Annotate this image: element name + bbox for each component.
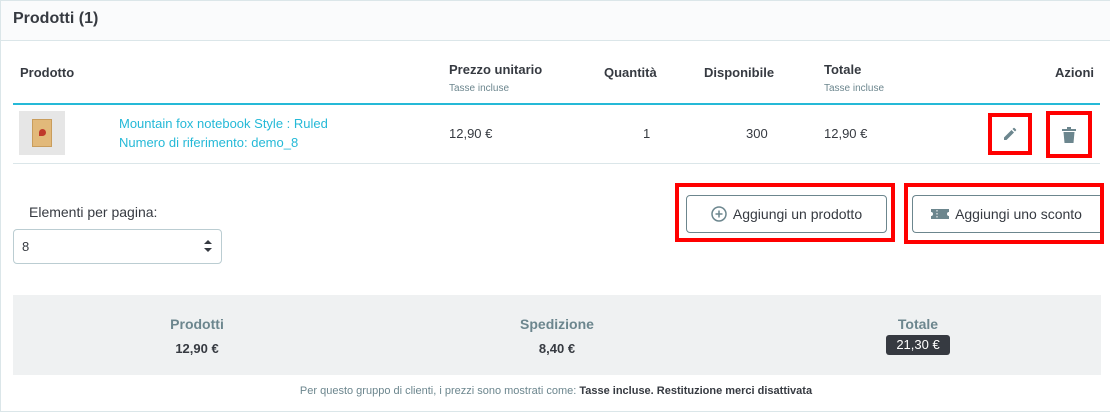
add-product-label: Aggiungi un prodotto [732,206,863,222]
add-discount-label: Aggiungi uno sconto [955,206,1082,222]
header-unit-price-sub: Tasse incluse [449,83,510,94]
header-divider [13,103,1100,105]
products-card: Prodotti (1) Prodotto Prezzo unitario Ta… [0,0,1110,412]
summary-products-label: Prodotti [170,316,224,332]
header-quantity: Quantità [604,65,657,80]
header-total: Totale [824,62,862,77]
items-per-page-value: 8 [22,239,30,254]
trash-icon [1062,126,1076,143]
summary-total-label: Totale [897,316,939,332]
product-thumbnail[interactable] [19,111,65,155]
ticket-icon [931,209,950,219]
header-product: Prodotto [20,65,75,80]
header-unit-price: Prezzo unitario [449,62,543,77]
header-available: Disponibile [704,65,775,80]
summary-products-value: 12,90 € [175,341,219,356]
header-actions: Azioni [1055,65,1094,80]
row-quantity: 1 [643,126,651,141]
summary-shipping-label: Spedizione [520,316,594,332]
select-arrows-icon [204,240,212,252]
header-total-sub: Tasse incluse [824,83,885,94]
note-returns: Restituzione merci disattivata [656,385,813,397]
product-reference-link[interactable]: Numero di riferimento: demo_8 [119,135,298,150]
note-prefix: Per questo gruppo di clienti, i prezzi s… [299,385,577,397]
add-product-button[interactable]: Aggiungi un prodotto [686,195,887,233]
notebook-thumbnail [32,119,52,147]
product-name-link[interactable]: Mountain fox notebook Style : Ruled [119,116,328,131]
card-header: Prodotti (1) [1,1,1110,41]
edit-product-button[interactable] [988,113,1032,155]
order-summary: Prodotti 12,90 € Spedizione 8,40 € Total… [13,295,1101,375]
row-available: 300 [746,126,768,141]
row-divider [13,163,1100,164]
items-per-page-select[interactable]: 8 [13,229,222,264]
delete-product-button[interactable] [1046,111,1092,158]
price-display-note: Per questo gruppo di clienti, i prezzi s… [1,385,1110,397]
add-discount-button[interactable]: Aggiungi uno sconto [912,195,1100,233]
plus-circle-icon [711,206,727,222]
row-total: 12,90 € [824,126,868,141]
card-title: Prodotti (1) [13,10,99,27]
note-tax-mode: Tasse incluse. [579,385,654,397]
items-per-page-label: Elementi per pagina: [29,204,158,220]
row-unit-price: 12,90 € [449,126,493,141]
summary-shipping-value: 8,40 € [538,341,576,356]
summary-total-badge: 21,30 € [886,335,950,355]
pencil-icon [1004,127,1017,140]
